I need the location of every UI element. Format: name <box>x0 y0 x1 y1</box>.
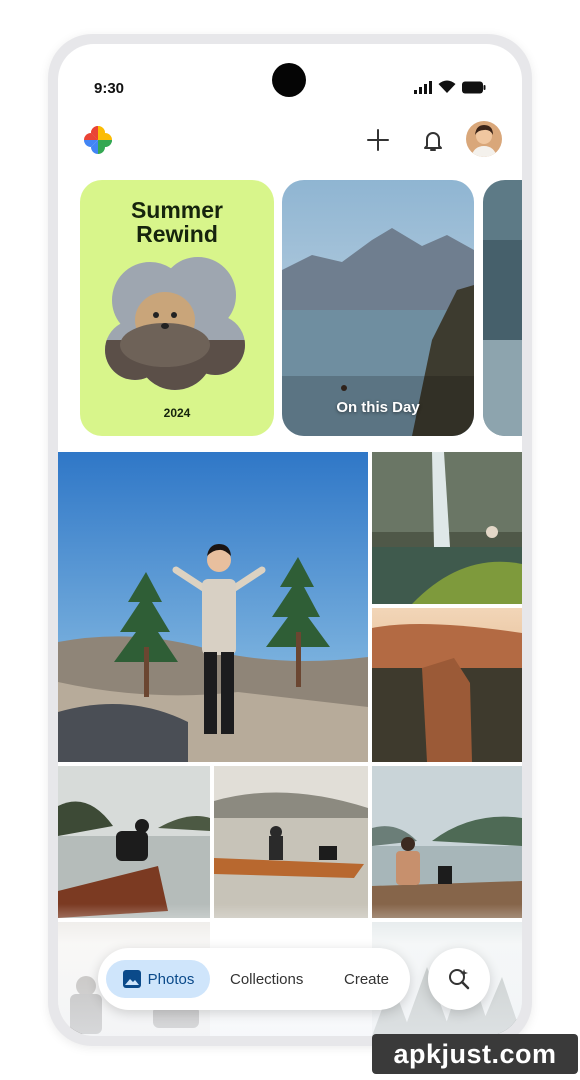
tab-collections[interactable]: Collections <box>230 960 303 998</box>
tab-create-label: Create <box>344 970 390 988</box>
signal-icon <box>414 80 432 94</box>
status-bar: 9:30 <box>58 44 522 114</box>
photos-icon <box>122 970 141 988</box>
tab-photos[interactable]: Photos <box>106 960 210 998</box>
memories-carousel[interactable]: Summer Rewind 2024 On this Day <box>58 180 522 440</box>
tab-collections-label: Collections <box>230 970 304 988</box>
memory-photo-dog <box>105 257 245 390</box>
memory-year: 2024 <box>163 406 191 420</box>
memory-photo-partial <box>483 180 522 436</box>
watermark: apkjust.com <box>372 1034 578 1074</box>
photo-tile-person-trees[interactable] <box>58 452 368 762</box>
memory-card-on-this-day[interactable]: On this Day <box>282 180 474 436</box>
memory-photo-lake <box>282 180 474 436</box>
screen: 9:30 Summer Rewind 2024 On this Day Phot… <box>58 44 522 1036</box>
status-time: 9:30 <box>94 80 125 97</box>
memory-card-partial[interactable] <box>483 180 522 436</box>
wifi-icon <box>438 80 456 93</box>
photo-tile-dock-dog[interactable] <box>372 766 522 918</box>
battery-icon <box>462 81 486 93</box>
photo-tile-waterfall[interactable] <box>372 452 522 604</box>
phone-frame: 9:30 Summer Rewind 2024 On this Day Phot… <box>48 34 532 1046</box>
status-icons <box>414 80 486 94</box>
photo-tile-canoe-dog[interactable] <box>58 766 210 918</box>
photo-tile-kayak[interactable] <box>214 766 368 918</box>
search-button[interactable] <box>428 948 490 1010</box>
bell-icon[interactable] <box>419 126 447 154</box>
memory-card-summer-rewind[interactable]: Summer Rewind 2024 <box>80 180 274 436</box>
tab-create[interactable]: Create <box>344 960 389 998</box>
bottom-nav: Photos Collections Create <box>98 948 410 1010</box>
memory-label: On this Day <box>336 399 420 416</box>
tab-photos-label: Photos <box>147 970 195 988</box>
search-sparkle-icon <box>449 969 470 990</box>
google-photos-pinwheel-icon[interactable] <box>80 122 116 158</box>
avatar[interactable] <box>466 121 502 157</box>
camera-cutout <box>272 63 306 97</box>
plus-icon[interactable] <box>364 126 392 154</box>
top-app-bar <box>58 116 522 166</box>
photo-tile-canyon[interactable] <box>372 608 522 762</box>
